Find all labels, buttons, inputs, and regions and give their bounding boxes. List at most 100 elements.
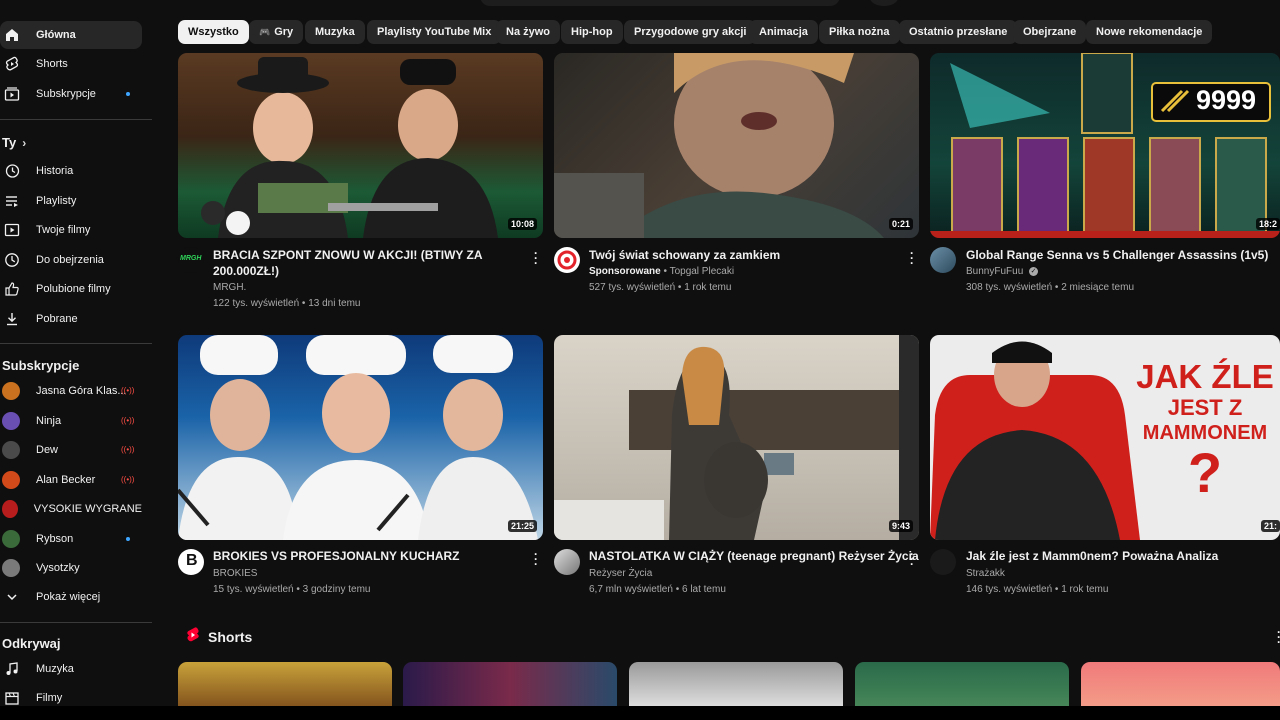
more-actions-icon[interactable]: ··· xyxy=(531,548,541,570)
new-content-dot xyxy=(126,537,130,541)
video-duration: 18:2 xyxy=(1255,218,1280,230)
more-actions-icon[interactable]: ··· xyxy=(907,247,917,269)
sidebar-item-label: Historia xyxy=(36,165,74,177)
more-actions-icon[interactable]: ··· xyxy=(907,548,917,570)
live-indicator-icon: ((•)) xyxy=(121,445,135,454)
thumbnail-art xyxy=(554,335,919,540)
sidebar-item-watch-later[interactable]: Do obejrzenia xyxy=(0,246,142,274)
thumbnail-overlay-text: JAK ŹLE JEST Z MAMMONEM ? xyxy=(1130,360,1280,501)
short-thumbnail[interactable] xyxy=(1081,662,1280,712)
avatar-text: B xyxy=(186,552,198,569)
shorts-section-header: Shorts xyxy=(186,627,252,646)
channel-name[interactable]: Reżyser Życia xyxy=(589,568,652,579)
taskbar-edge xyxy=(0,706,1280,720)
thumbnail-overlay-text: 9999 xyxy=(1196,85,1257,115)
channel-avatar[interactable] xyxy=(930,247,956,273)
filter-chip[interactable]: Ostatnio przesłane xyxy=(899,20,1018,44)
sidebar-item-music[interactable]: Muzyka xyxy=(0,655,142,683)
video-title[interactable]: Twój świat schowany za zamkiem xyxy=(589,247,889,263)
filter-chip[interactable]: Obejrzane xyxy=(1013,20,1087,44)
filter-chip[interactable]: Przygodowe gry akcji xyxy=(624,20,757,44)
more-actions-icon[interactable]: ··· xyxy=(531,247,541,269)
channel-avatar xyxy=(2,559,20,577)
filter-chip[interactable]: Na żywo xyxy=(496,20,561,44)
channel-avatar[interactable] xyxy=(554,549,580,575)
subscriptions-section-header: Subskrypcje xyxy=(2,358,79,373)
sidebar-item-home[interactable]: Główna xyxy=(0,21,142,49)
channel-name-text: BunnyFuFuu xyxy=(966,266,1024,277)
channel-name[interactable]: Sponsorowane • Topgal Plecaki xyxy=(589,266,734,277)
sidebar-item-label: Ninja xyxy=(36,415,62,427)
short-thumbnail[interactable] xyxy=(403,662,617,712)
channel-name[interactable]: MRGH. xyxy=(213,282,246,293)
sidebar-item-your-videos[interactable]: Twoje filmy xyxy=(0,216,142,244)
thumbnail-art xyxy=(930,53,1280,238)
sidebar-item-subscriptions[interactable]: Subskrypcje xyxy=(0,80,142,108)
video-title[interactable]: NASTOLATKA W CIĄŻY (teenage pregnant) Re… xyxy=(589,548,919,564)
channel-avatar xyxy=(2,441,20,459)
filter-chip[interactable]: Muzyka xyxy=(305,20,365,44)
video-thumbnail[interactable]: 9:43 xyxy=(554,335,919,540)
filter-chip[interactable]: 🎮 Gry xyxy=(249,20,304,44)
video-duration: 10:08 xyxy=(507,218,537,230)
channel-avatar[interactable]: MRGH xyxy=(178,247,204,273)
search-box[interactable] xyxy=(480,0,840,6)
shorts-logo-icon xyxy=(186,627,200,646)
video-title[interactable]: Jak źle jest z Mamm0nem? Poważna Analiza xyxy=(966,548,1276,564)
shorts-title: Shorts xyxy=(208,628,253,645)
video-meta: 122 tys. wyświetleń • 13 dni temu xyxy=(213,298,361,309)
thumbnail-art xyxy=(178,335,538,540)
video-thumbnail[interactable]: 9999 18:2 xyxy=(930,53,1280,238)
chip-label: Obejrzane xyxy=(1023,26,1077,38)
chip-label: Hip-hop xyxy=(571,26,613,38)
watch-later-icon xyxy=(2,250,22,270)
channel-avatar[interactable]: B xyxy=(178,549,204,575)
show-more-button[interactable]: Pokaż więcej xyxy=(0,583,142,611)
channel-name[interactable]: BROKIES xyxy=(213,568,257,579)
filter-chip[interactable]: Animacja xyxy=(749,20,818,44)
sidebar-item-label: Muzyka xyxy=(36,663,74,675)
you-section-header[interactable]: Ty › xyxy=(2,135,26,150)
more-actions-icon[interactable]: ··· xyxy=(1274,626,1280,648)
sidebar-subscription[interactable]: VYSOKIE WYGRANE xyxy=(0,495,142,523)
video-meta: 527 tys. wyświetleń • 1 rok temu xyxy=(589,282,732,293)
gamepad-icon: 🎮 xyxy=(259,26,271,37)
sidebar-item-downloads[interactable]: Pobrane xyxy=(0,305,142,333)
short-thumbnail[interactable] xyxy=(855,662,1069,712)
subscriptions-icon xyxy=(2,84,22,104)
sidebar-item-label: Dew xyxy=(36,444,59,456)
sidebar-subscription[interactable]: Vysotzky xyxy=(0,554,142,582)
filter-chip[interactable]: Hip-hop xyxy=(561,20,623,44)
video-title[interactable]: Global Range Senna vs 5 Challenger Assas… xyxy=(966,247,1268,263)
voice-search-button[interactable] xyxy=(870,0,898,6)
chip-label: Animacja xyxy=(759,26,808,38)
sidebar-item-history[interactable]: Historia xyxy=(0,157,142,185)
channel-avatar[interactable] xyxy=(554,247,580,273)
sidebar-item-liked[interactable]: Polubione filmy xyxy=(0,275,142,303)
filter-chip[interactable]: Nowe rekomendacje xyxy=(1086,20,1213,44)
chip-label: Playlisty YouTube Mix xyxy=(377,26,492,38)
channel-name[interactable]: BunnyFuFuu ✓ xyxy=(966,266,1039,277)
filter-chip[interactable]: Wszystko xyxy=(178,20,249,44)
channel-avatar[interactable] xyxy=(930,549,956,575)
video-thumbnail[interactable]: 10:08 xyxy=(178,53,543,238)
video-title[interactable]: BRACIA SZPONT ZNOWU W AKCJI! (BTIWY ZA 2… xyxy=(213,247,503,279)
filter-chip[interactable]: Piłka nożna xyxy=(819,20,900,44)
video-thumbnail[interactable]: 0:21 xyxy=(554,53,919,238)
chevron-down-icon xyxy=(2,587,22,607)
sidebar-item-playlists[interactable]: Playlisty xyxy=(0,187,142,215)
music-icon xyxy=(2,659,22,679)
channel-name[interactable]: Strażakk xyxy=(966,568,1005,579)
topgal-logo xyxy=(557,250,577,270)
video-title[interactable]: BROKIES VS PROFESJONALNY KUCHARZ xyxy=(213,548,513,564)
sidebar-item-label: Vysotzky xyxy=(36,562,80,574)
section-title: Ty xyxy=(2,135,17,150)
sidebar-subscription[interactable]: Rybson xyxy=(0,525,142,553)
video-thumbnail[interactable]: 21:25 xyxy=(178,335,543,540)
short-thumbnail[interactable] xyxy=(629,662,843,712)
short-thumbnail[interactable] xyxy=(178,662,392,712)
filter-chip[interactable]: Playlisty YouTube Mix xyxy=(367,20,502,44)
home-icon xyxy=(2,25,22,45)
video-thumbnail[interactable]: JAK ŹLE JEST Z MAMMONEM ? 21: xyxy=(930,335,1280,540)
sidebar-item-shorts[interactable]: Shorts xyxy=(0,50,142,78)
